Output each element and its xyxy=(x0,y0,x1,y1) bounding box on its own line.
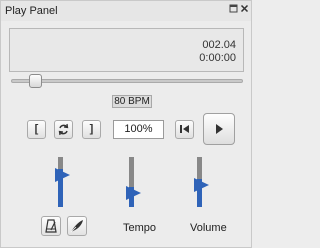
play-panel: Play Panel 002.04 0:00:00 80 BPM [ ] 100… xyxy=(0,0,252,248)
close-icon[interactable] xyxy=(239,4,250,16)
measure-beat-readout: 002.04 xyxy=(202,39,236,51)
time-readout: 0:00:00 xyxy=(199,52,236,64)
loop-in-button[interactable]: [ xyxy=(27,120,46,139)
float-icon[interactable] xyxy=(228,4,239,16)
time-display: 002.04 0:00:00 xyxy=(9,28,244,72)
loop-out-button[interactable]: ] xyxy=(82,120,101,139)
play-button[interactable] xyxy=(203,113,235,145)
metronome-volume-slider[interactable] xyxy=(52,157,70,207)
panel-title: Play Panel xyxy=(5,5,58,17)
slider-handle[interactable] xyxy=(55,168,70,182)
loop-toggle-button[interactable] xyxy=(54,120,73,139)
count-in-button[interactable] xyxy=(67,216,87,236)
volume-slider[interactable] xyxy=(191,157,209,207)
metronome-button[interactable] xyxy=(41,216,61,236)
metronome-icon xyxy=(42,219,60,238)
slider-handle[interactable] xyxy=(194,178,209,192)
bpm-readout: 80 BPM xyxy=(112,95,152,108)
tempo-label: Tempo xyxy=(123,222,157,234)
quill-icon xyxy=(68,220,86,238)
rewind-to-start-icon xyxy=(179,125,190,137)
position-slider-track[interactable] xyxy=(11,79,243,83)
position-slider-thumb[interactable] xyxy=(28,74,42,88)
play-icon xyxy=(204,124,234,147)
tempo-percent-field[interactable]: 100% xyxy=(113,120,164,139)
tempo-slider[interactable] xyxy=(123,157,141,207)
volume-label: Volume xyxy=(190,222,227,234)
loop-icon xyxy=(57,123,70,139)
slider-handle[interactable] xyxy=(126,186,141,200)
rewind-button[interactable] xyxy=(175,120,194,139)
panel-titlebar: Play Panel xyxy=(1,1,251,21)
